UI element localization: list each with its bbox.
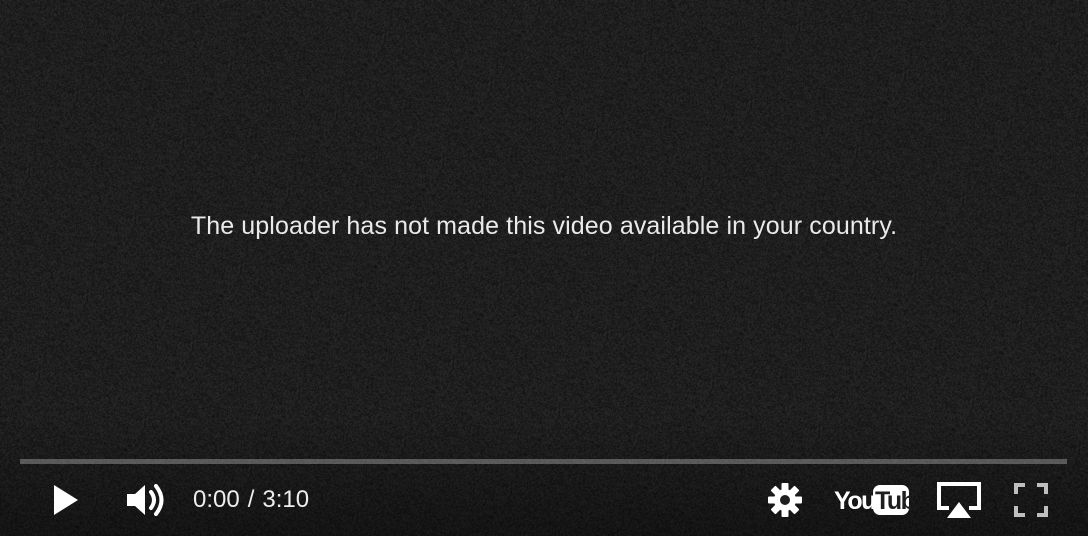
time-display: 0:00 / 3:10 bbox=[193, 470, 309, 530]
svg-text:You: You bbox=[834, 487, 875, 515]
svg-text:Tube: Tube bbox=[875, 487, 911, 515]
volume-icon bbox=[127, 484, 164, 516]
youtube-logo-button[interactable]: You Tube bbox=[832, 470, 912, 530]
progress-bar[interactable] bbox=[20, 459, 1067, 464]
control-bar: 0:00 / 3:10 You Tub bbox=[0, 470, 1088, 530]
airplay-icon bbox=[937, 482, 981, 518]
youtube-logo-icon: You Tube bbox=[834, 485, 911, 515]
video-player[interactable]: The uploader has not made this video ava… bbox=[0, 0, 1088, 536]
settings-button[interactable] bbox=[764, 470, 806, 530]
static-noise-background bbox=[0, 0, 1088, 536]
current-time: 0:00 bbox=[193, 486, 240, 513]
gear-icon bbox=[768, 483, 802, 517]
airplay-button[interactable] bbox=[934, 470, 984, 530]
volume-button[interactable] bbox=[122, 470, 170, 530]
play-icon bbox=[54, 485, 78, 515]
time-separator: / bbox=[247, 486, 255, 513]
fullscreen-icon bbox=[1014, 483, 1048, 517]
fullscreen-button[interactable] bbox=[1010, 470, 1052, 530]
play-button[interactable] bbox=[44, 470, 88, 530]
unavailable-message: The uploader has not made this video ava… bbox=[190, 212, 898, 240]
duration: 3:10 bbox=[262, 486, 310, 513]
